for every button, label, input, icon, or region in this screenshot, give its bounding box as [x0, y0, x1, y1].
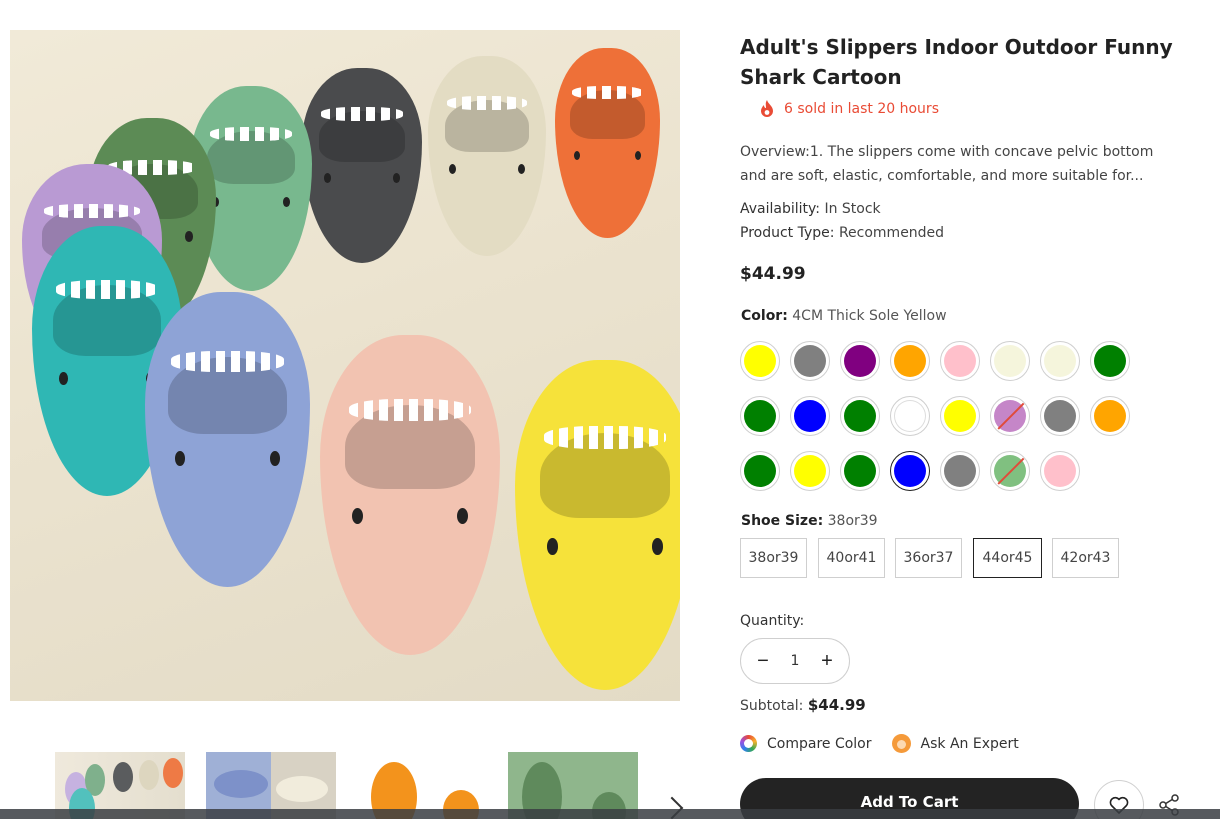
- color-swatch-fill: [1094, 400, 1126, 432]
- color-swatch-fill: [1044, 345, 1076, 377]
- quantity-increase-button[interactable]: +: [815, 649, 839, 673]
- helper-links: Compare Color Ask An Expert: [740, 734, 1039, 753]
- quantity-label: Quantity:: [740, 613, 805, 629]
- product-title: Adult's Slippers Indoor Outdoor Funny Sh…: [740, 35, 1173, 89]
- product-type-value: Recommended: [838, 225, 945, 241]
- color-swatch-fill: [894, 455, 926, 487]
- color-swatch[interactable]: [740, 396, 780, 436]
- color-swatch-fill: [744, 345, 776, 377]
- color-swatch[interactable]: [1040, 341, 1080, 381]
- size-option-button[interactable]: 44or45: [973, 538, 1042, 578]
- size-value: 38or39: [827, 513, 878, 529]
- color-swatch[interactable]: [840, 341, 880, 381]
- product-price: $44.99: [740, 264, 806, 284]
- color-swatch[interactable]: [840, 451, 880, 491]
- quantity-input[interactable]: [775, 653, 815, 669]
- sold-text: 6 sold in last 20 hours: [784, 101, 939, 117]
- color-swatch-fill: [844, 400, 876, 432]
- color-swatch-fill: [894, 400, 926, 432]
- color-swatch-fill: [1044, 455, 1076, 487]
- color-swatch[interactable]: [940, 341, 980, 381]
- subtotal: Subtotal: $44.99: [740, 696, 866, 714]
- color-swatch-fill: [1044, 400, 1076, 432]
- color-swatch-fill: [844, 455, 876, 487]
- compare-color-label: Compare Color: [767, 735, 872, 752]
- quantity-stepper: − +: [740, 638, 850, 684]
- color-swatch[interactable]: [1040, 451, 1080, 491]
- size-option-button[interactable]: 40or41: [818, 538, 885, 578]
- color-value: 4CM Thick Sole Yellow: [792, 308, 947, 324]
- color-swatch-fill: [994, 455, 1026, 487]
- color-swatch-fill: [844, 345, 876, 377]
- color-label: Color:: [741, 308, 788, 324]
- availability-label: Availability:: [740, 201, 821, 217]
- color-swatch[interactable]: [890, 341, 930, 381]
- ask-expert-label: Ask An Expert: [920, 735, 1019, 752]
- color-swatch[interactable]: [840, 396, 880, 436]
- color-swatch[interactable]: [790, 396, 830, 436]
- subtotal-value: $44.99: [807, 696, 866, 714]
- color-swatch-fill: [944, 345, 976, 377]
- shark-slipper-beige: [428, 56, 546, 256]
- color-swatch[interactable]: [1040, 396, 1080, 436]
- shark-slipper-orange: [555, 48, 660, 238]
- subtotal-label: Subtotal:: [740, 698, 804, 714]
- size-option-label: Shoe Size: 38or39: [741, 513, 878, 529]
- color-swatch[interactable]: [740, 341, 780, 381]
- expert-avatar-icon: [891, 734, 911, 753]
- quantity-decrease-button[interactable]: −: [751, 649, 775, 673]
- color-swatch-fill: [944, 455, 976, 487]
- color-swatch-fill: [994, 400, 1026, 432]
- color-swatch-fill: [794, 400, 826, 432]
- color-swatch[interactable]: [990, 341, 1030, 381]
- size-label: Shoe Size:: [741, 513, 824, 529]
- compare-color-link[interactable]: Compare Color: [740, 735, 872, 752]
- sold-notice: 6 sold in last 20 hours: [760, 100, 939, 118]
- shark-slipper-blue: [145, 292, 310, 587]
- color-swatch[interactable]: [740, 451, 780, 491]
- ask-expert-link[interactable]: Ask An Expert: [891, 734, 1019, 753]
- color-swatch[interactable]: [990, 451, 1030, 491]
- color-swatch-fill: [794, 345, 826, 377]
- color-swatch-fill: [794, 455, 826, 487]
- color-wheel-icon: [740, 735, 757, 752]
- color-swatch[interactable]: [790, 451, 830, 491]
- color-option-label: Color: 4CM Thick Sole Yellow: [741, 308, 947, 324]
- color-swatch-fill: [744, 400, 776, 432]
- color-swatch[interactable]: [1090, 341, 1130, 381]
- color-swatch-fill: [944, 400, 976, 432]
- size-option-button[interactable]: 42or43: [1052, 538, 1119, 578]
- shark-slipper-gray: [302, 68, 422, 263]
- product-type-row: Product Type: Recommended: [740, 225, 944, 241]
- bottom-bar: [0, 809, 1220, 819]
- color-swatch[interactable]: [1090, 396, 1130, 436]
- availability-row: Availability: In Stock: [740, 201, 881, 217]
- color-swatch-fill: [894, 345, 926, 377]
- size-option-button[interactable]: 38or39: [740, 538, 807, 578]
- product-overview: Overview:1. The slippers come with conca…: [740, 144, 1154, 184]
- size-option-button[interactable]: 36or37: [895, 538, 962, 578]
- color-swatch[interactable]: [890, 396, 930, 436]
- fire-icon: [761, 100, 773, 117]
- color-swatch[interactable]: [940, 396, 980, 436]
- color-swatch-fill: [994, 345, 1026, 377]
- color-swatch[interactable]: [940, 451, 980, 491]
- shark-slipper-yellow: [515, 360, 680, 690]
- color-swatch[interactable]: [790, 341, 830, 381]
- color-swatch[interactable]: [890, 451, 930, 491]
- product-type-label: Product Type:: [740, 225, 835, 241]
- shark-slipper-pink: [320, 335, 500, 655]
- color-swatch[interactable]: [990, 396, 1030, 436]
- color-swatch-fill: [1094, 345, 1126, 377]
- product-main-image[interactable]: [10, 30, 680, 701]
- availability-value: In Stock: [824, 201, 881, 217]
- color-swatch-fill: [744, 455, 776, 487]
